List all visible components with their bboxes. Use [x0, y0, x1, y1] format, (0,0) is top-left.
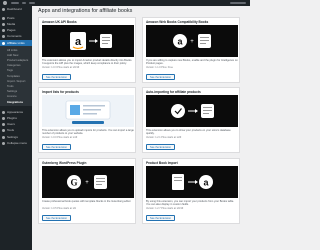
- page-icon: [2, 29, 5, 33]
- media-icon: [2, 22, 5, 26]
- menu-label: Settings: [7, 135, 18, 139]
- comment-icon: [2, 35, 5, 39]
- card-meta: Version: 1.0.5 Price starts at: £9: [42, 207, 76, 210]
- plugin-icon: [2, 116, 5, 120]
- integration-card: Amazon Web Books Compatibility Books a +…: [142, 17, 240, 83]
- dashboard-icon: [2, 7, 5, 11]
- card-thumbnail: G +: [42, 166, 134, 198]
- link-icon: [2, 41, 5, 45]
- menu-label: Plugins: [7, 116, 17, 120]
- brush-icon: [2, 110, 5, 114]
- card-meta: Version: 1.0.0 Price starts at: £19: [42, 136, 78, 139]
- auto-import-icon: [146, 95, 238, 127]
- menu-label: Comments: [7, 35, 22, 39]
- card-meta: Version: 1.2.1 Price starts at: £29: [146, 136, 182, 139]
- integration-card: Amazon UK API Books a The extension allo…: [38, 17, 136, 83]
- card-meta: Version: 1.1.0 Price: Free: [146, 66, 173, 69]
- card-title: Auto-importing for affiliate products: [146, 90, 201, 94]
- card-description: The extension allows you to import Amazo…: [42, 59, 133, 66]
- integration-card: Auto-importing for affiliate products Th…: [142, 87, 240, 153]
- card-title: Product Book Import: [146, 161, 178, 165]
- menu-label: Users: [7, 123, 15, 127]
- card-thumbnail: a +: [146, 25, 238, 57]
- card-description: This extension allows you to show your p…: [146, 129, 231, 136]
- menu-item-affiliate-links[interactable]: Affiliate Links: [0, 39, 32, 47]
- menu-label: Pages: [7, 29, 16, 33]
- card-title: Amazon Web Books Compatibility Books: [146, 20, 209, 24]
- menu-label: Tools: [7, 129, 15, 133]
- card-description: Create professional book quotes with tem…: [42, 200, 132, 203]
- card-title: Gutenberg WordPress Plugin: [42, 161, 87, 165]
- card-thumbnail: a: [42, 25, 134, 57]
- card-description: By using this extension, you can import …: [146, 200, 235, 207]
- see-extension-button[interactable]: See the Extension: [42, 74, 72, 80]
- integration-card: Import lists for products This extension…: [38, 87, 136, 153]
- menu-label: Posts: [7, 16, 15, 20]
- see-extension-button[interactable]: See the Extension: [146, 74, 176, 80]
- wrench-icon: [2, 129, 5, 133]
- import-illustration-icon: [42, 95, 134, 127]
- see-extension-button[interactable]: See the Extension: [42, 215, 72, 221]
- user-icon: [2, 123, 5, 127]
- card-meta: Version: 1.0.3 Price starts at: £9.99: [42, 66, 80, 69]
- admin-bar-comments-link[interactable]: [22, 2, 26, 4]
- svg-text:G: G: [70, 178, 77, 188]
- card-title: Amazon UK API Books: [42, 20, 77, 24]
- collapse-icon: [2, 141, 5, 145]
- menu-label: Appearance: [7, 110, 24, 114]
- card-description: This extension allows you to upload impo…: [42, 129, 134, 136]
- book-import-icon: a: [146, 166, 238, 198]
- menu-item-dashboard[interactable]: Dashboard: [0, 6, 32, 12]
- svg-text:a: a: [75, 36, 82, 48]
- main-content: Apps and integrations for affiliate book…: [32, 6, 250, 250]
- card-description: If you are willing to capture new Books,…: [146, 59, 238, 66]
- card-meta: Version: 1.2.7 Price starts at: £9.99: [146, 207, 184, 210]
- see-extension-button[interactable]: See the Extension: [146, 215, 176, 221]
- page-title: Apps and integrations for affiliate book…: [38, 8, 133, 14]
- svg-text:+: +: [85, 180, 89, 186]
- settings-icon: [2, 135, 5, 139]
- menu-label: Media: [7, 22, 16, 26]
- gutenberg-logo-icon: G +: [42, 166, 134, 198]
- card-thumbnail: [42, 95, 134, 127]
- menu-label: Affiliate Links: [7, 41, 25, 45]
- admin-bar-user-link[interactable]: [230, 2, 246, 4]
- affiliate-links-submenu: All Links Add New Product adapters Categ…: [0, 46, 32, 107]
- see-extension-button[interactable]: See the Extension: [146, 144, 176, 150]
- see-extension-button[interactable]: See the Extension: [42, 144, 72, 150]
- admin-bar-new-link[interactable]: [29, 2, 35, 4]
- integration-card: Product Book Import a By using this exte…: [142, 158, 240, 224]
- pin-icon: [2, 16, 5, 20]
- menu-item-collapse[interactable]: Collapse menu: [0, 140, 32, 146]
- card-thumbnail: a: [146, 166, 238, 198]
- card-title: Import lists for products: [42, 90, 79, 94]
- svg-text:+: +: [190, 39, 194, 45]
- integration-card: Gutenberg WordPress Plugin G + Create pr…: [38, 158, 136, 224]
- card-thumbnail: [146, 95, 238, 127]
- menu-label: Collapse menu: [7, 141, 28, 145]
- menu-label: Dashboard: [7, 7, 22, 11]
- submenu-item-integrations[interactable]: Integrations: [0, 99, 32, 104]
- affiliate-integration-icon: a +: [146, 25, 238, 57]
- admin-bar-site-link[interactable]: [11, 2, 19, 4]
- amazon-logo-icon: a: [42, 25, 134, 57]
- wordpress-logo-icon[interactable]: [3, 1, 7, 5]
- admin-sidebar: Dashboard Posts Media Pages Comments Aff…: [0, 6, 32, 250]
